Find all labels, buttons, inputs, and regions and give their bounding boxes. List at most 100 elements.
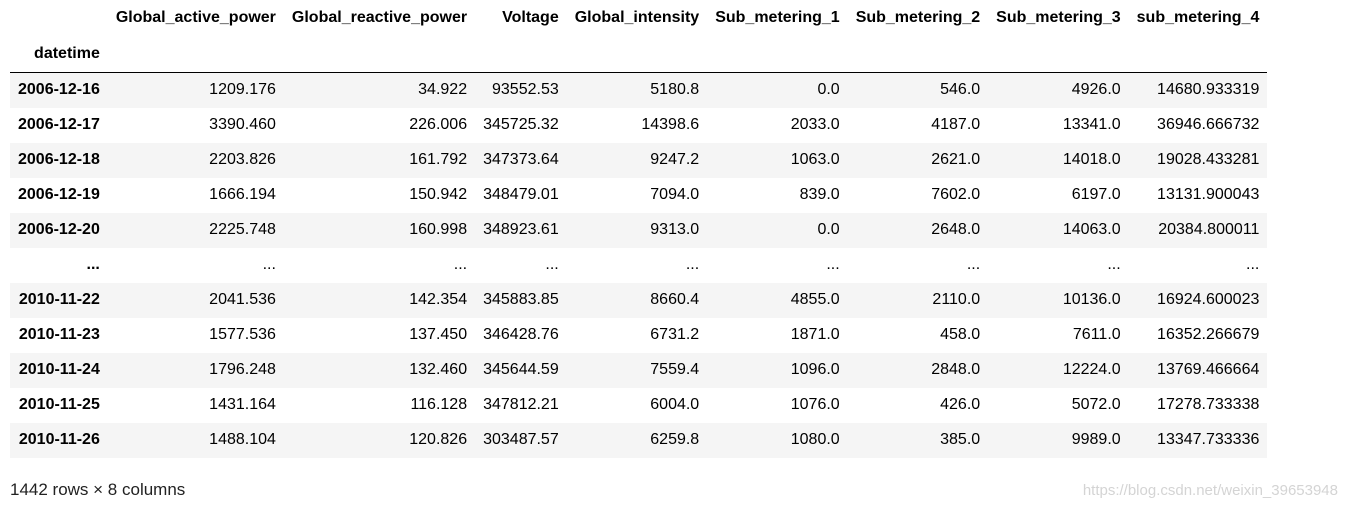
table-cell: 0.0	[817, 81, 840, 99]
table-cell: 345725.32	[483, 116, 559, 133]
table-cell: ...	[1246, 256, 1260, 273]
index-name-filler	[108, 36, 284, 73]
column-header: Sub_metering_1	[715, 9, 840, 26]
table-cell: 16924.600023	[1157, 291, 1260, 308]
table-cell: 132.460	[409, 361, 468, 378]
table-cell: 2041.536	[209, 291, 276, 308]
table-cell: 7611.0	[1072, 326, 1121, 343]
table-cell: 385.0	[940, 431, 981, 448]
table-cell: 16352.266679	[1157, 326, 1260, 343]
table-header: Global_active_power Global_reactive_power…	[10, 0, 1268, 73]
table-cell: ...	[826, 256, 840, 273]
table-cell: 7559.4	[650, 361, 700, 378]
table-cell: 348923.61	[483, 221, 559, 238]
table-cell: 345883.85	[483, 291, 559, 308]
row-index: 2010-11-26	[18, 431, 100, 448]
table-cell: 160.998	[409, 221, 468, 238]
table-cell: 5072.0	[1071, 396, 1121, 413]
index-name-filler	[567, 36, 707, 73]
table-cell: 17278.733338	[1157, 396, 1260, 413]
table-cell: 4926.0	[1071, 81, 1121, 99]
table-row: 2010-11-22 2041.536 142.354 345883.85 8660.4…	[10, 282, 1268, 318]
table-cell: 303487.57	[483, 431, 559, 448]
index-name: datetime	[34, 45, 100, 62]
table-cell: 426.0	[940, 396, 981, 413]
table-row: ...........................	[10, 248, 1267, 283]
table-row: 2010-11-23 1577.536 137.450 346428.76 6731.2…	[10, 318, 1267, 353]
table-cell: 137.450	[409, 326, 468, 343]
table-cell: 13347.733336	[1157, 431, 1260, 448]
table-cell: 7094.0	[650, 186, 700, 203]
table-cell: 6004.0	[650, 396, 700, 413]
table-row: 2006-12-20 2225.748 160.998 348923.61 9313.0…	[10, 212, 1268, 248]
row-index: 2010-11-22	[18, 291, 100, 308]
table-cell: 546.0	[940, 81, 981, 99]
row-index: 2006-12-16	[18, 81, 100, 99]
table-cell: 1666.194	[209, 186, 276, 203]
table-cell: 150.942	[409, 186, 468, 203]
table-cell: 6731.2	[650, 326, 700, 343]
table-cell: ...	[545, 256, 559, 273]
index-name-filler	[988, 36, 1128, 73]
table-cell: 9989.0	[1071, 431, 1121, 448]
column-header: Global_reactive_power	[291, 9, 468, 26]
table-cell: 2110.0	[932, 291, 981, 308]
table-cell: 14018.0	[1062, 151, 1121, 168]
corner-cell	[10, 0, 108, 36]
dataframe-output: Global_active_power Global_reactive_power…	[10, 0, 1268, 458]
row-index: 2010-11-23	[18, 326, 100, 343]
table-cell: 1209.176	[209, 81, 276, 99]
table-cell: ...	[453, 256, 468, 273]
table-cell: 5180.8	[650, 81, 700, 99]
index-name-filler	[1129, 36, 1268, 73]
row-index: 2006-12-18	[18, 151, 100, 168]
table-cell: 346428.76	[483, 326, 559, 343]
table-cell: 13341.0	[1062, 116, 1121, 133]
column-header: Global_intensity	[574, 9, 700, 26]
table-cell: 14680.933319	[1157, 81, 1260, 99]
table-cell: 1063.0	[790, 151, 840, 168]
index-name-filler	[284, 36, 475, 73]
table-cell: 2848.0	[931, 361, 981, 378]
table-cell: ...	[966, 256, 981, 273]
column-header: Global_active_power	[115, 9, 276, 26]
row-index: ...	[86, 256, 100, 273]
table-cell: ...	[685, 256, 700, 273]
table-cell: 458.0	[940, 326, 981, 343]
table-cell: 20384.800011	[1158, 221, 1260, 238]
row-index: 2010-11-25	[18, 396, 100, 413]
row-index: 2010-11-24	[18, 361, 100, 378]
table-row: 2010-11-25 1431.164 116.128 347812.21 6004.0…	[10, 388, 1267, 423]
shape-summary: 1442 rows × 8 columns	[10, 480, 186, 499]
table-cell: 34.922	[418, 81, 468, 99]
table-cell: 161.792	[409, 151, 468, 168]
table-row: 2010-11-26 1488.104 120.826 303487.57 6259.8…	[10, 422, 1268, 458]
table-row: 2006-12-19 1666.194 150.942 348479.01 7094.0…	[10, 178, 1267, 213]
index-name-filler	[707, 36, 847, 73]
table-cell: 345644.59	[483, 361, 559, 378]
table-cell: 10136.0	[1062, 291, 1121, 308]
table-cell: 36946.666732	[1157, 116, 1260, 133]
table-row: 2006-12-18 2203.826 161.792 347373.64 9247.2…	[10, 142, 1268, 178]
table-cell: 1096.0	[790, 361, 840, 378]
column-header: Sub_metering_3	[996, 9, 1121, 26]
table-cell: 9313.0	[650, 221, 700, 238]
table-cell: 1488.104	[209, 431, 276, 448]
table-cell: 14398.6	[641, 116, 700, 133]
column-header: Voltage	[502, 9, 559, 26]
table-cell: 6197.0	[1071, 186, 1121, 203]
column-header: sub_metering_4	[1136, 9, 1260, 26]
index-name-filler	[475, 36, 567, 73]
table-cell: 7602.0	[931, 186, 981, 203]
table-cell: 116.128	[410, 396, 468, 413]
table-cell: 226.006	[409, 116, 468, 133]
table-cell: 347812.21	[483, 396, 559, 413]
row-index: 2006-12-20	[18, 221, 100, 238]
table-cell: 1577.536	[209, 326, 276, 343]
table-cell: 93552.53	[492, 81, 559, 99]
table-cell: 1080.0	[790, 431, 840, 448]
table-cell: 14063.0	[1062, 221, 1121, 238]
table-cell: 8660.4	[650, 291, 700, 308]
table-cell: 142.354	[409, 291, 468, 308]
table-cell: 2621.0	[931, 151, 981, 168]
